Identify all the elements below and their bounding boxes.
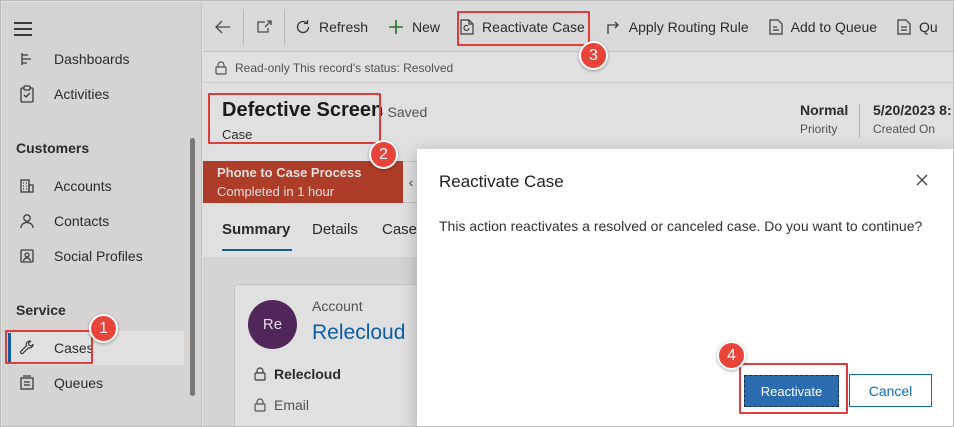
cancel-button[interactable]: Cancel: [849, 374, 932, 407]
callout-highlight-reactivate-button: [739, 363, 848, 414]
callout-highlight-reactivate-case: [457, 11, 590, 46]
callout-badge-3: 3: [579, 41, 608, 70]
callout-badge-4: 4: [717, 341, 746, 370]
callout-badge-2: 2: [369, 140, 398, 169]
callout-badge-1: 1: [89, 314, 118, 343]
dialog-title: Reactivate Case: [439, 172, 564, 191]
callout-highlight-record-title: [208, 93, 381, 144]
callout-highlight-cases: [5, 330, 93, 364]
reactivate-case-dialog: Reactivate Case This action reactivates …: [417, 149, 953, 426]
app-window: Dashboards Activities Customers Accounts…: [0, 0, 954, 427]
dialog-message: This action reactivates a resolved or ca…: [439, 218, 923, 234]
close-icon[interactable]: [911, 169, 933, 191]
